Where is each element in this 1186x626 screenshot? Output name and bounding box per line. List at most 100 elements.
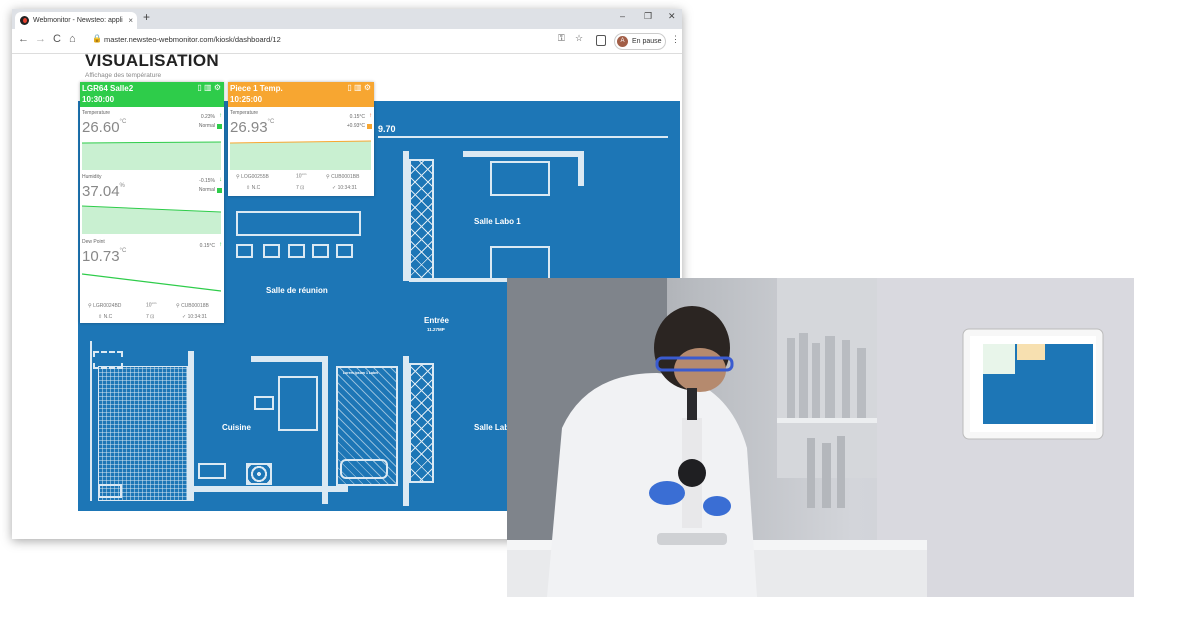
arrow-up-icon: ↑ bbox=[219, 242, 222, 248]
plan-element bbox=[98, 484, 122, 498]
plan-chair bbox=[236, 244, 253, 258]
pause-label: En pause bbox=[632, 38, 662, 45]
arrow-up-icon: ↑ bbox=[369, 113, 372, 119]
plan-stove bbox=[246, 463, 272, 485]
reload-icon[interactable]: C bbox=[53, 33, 61, 45]
plan-wall bbox=[463, 151, 578, 157]
footer-interval: 10min bbox=[296, 172, 307, 180]
footer-last: ✓ 10:34:31 bbox=[332, 185, 358, 191]
widget-name: LGR64 Salle2 bbox=[82, 84, 134, 93]
plan-bench bbox=[490, 161, 550, 196]
sensor-widget-lgr64[interactable]: LGR64 Salle2 10:30:00 ▯ ▥ ⚙ Temperature … bbox=[80, 82, 224, 323]
plan-wall bbox=[188, 351, 194, 501]
favicon-icon bbox=[20, 16, 29, 25]
star-icon[interactable]: ☆ bbox=[575, 33, 583, 44]
plan-chair bbox=[336, 244, 353, 258]
section-delta: 0.15°C bbox=[199, 243, 215, 249]
sensor-widget-piece1[interactable]: Piece 1 Temp. 10:25:00 ▯ ▥ ⚙ Temperature… bbox=[228, 82, 374, 196]
profile-pause-button[interactable]: A En pause bbox=[614, 33, 666, 50]
widget-section-temperature: Temperature 26.60°C 0.23% ↑ Normal bbox=[80, 110, 224, 172]
page-subtitle: Affichage des température bbox=[85, 72, 162, 79]
section-value: 37.04% bbox=[82, 183, 125, 200]
minimize-icon[interactable]: – bbox=[620, 11, 625, 21]
footer-count: 7 ⊡ bbox=[296, 185, 305, 191]
footer-nc: ⇳ N.C bbox=[98, 314, 113, 320]
arrow-down-icon: ↓ bbox=[219, 177, 222, 183]
plan-table bbox=[278, 376, 318, 431]
widget-section-humidity: Humidity 37.04% -0.15% ↓ Normal bbox=[80, 174, 224, 236]
widget-time: 10:25:00 bbox=[230, 95, 263, 104]
plan-chair bbox=[312, 244, 329, 258]
section-delta: -0.15% bbox=[199, 178, 215, 184]
url-field[interactable]: master.newsteo-webmonitor.com/kiosk/dash… bbox=[104, 35, 281, 44]
forward-icon[interactable]: → bbox=[35, 33, 46, 45]
plan-wall bbox=[188, 486, 348, 492]
footer-logger: ⚲ LGR0024BD bbox=[88, 303, 122, 309]
plan-wall bbox=[78, 341, 92, 501]
plan-bath bbox=[340, 459, 388, 479]
plan-dimension: 9.70 bbox=[378, 124, 396, 134]
status-square-icon bbox=[217, 188, 222, 193]
plan-grid-area bbox=[98, 366, 188, 501]
lab-scene-illustration bbox=[507, 278, 1134, 597]
plan-wall bbox=[578, 151, 584, 186]
widget-time: 10:30:00 bbox=[82, 95, 115, 104]
plan-bench bbox=[490, 246, 550, 281]
lab-photo bbox=[507, 278, 1134, 597]
plan-shelf bbox=[409, 159, 434, 281]
footer-cub: ⚲ CUB0001BB bbox=[326, 174, 360, 180]
section-label: Temperature bbox=[82, 110, 111, 116]
maximize-icon[interactable]: ❐ bbox=[644, 11, 652, 22]
widget-header: Piece 1 Temp. 10:25:00 ▯ ▥ ⚙ bbox=[228, 82, 374, 107]
sparkline-humidity bbox=[82, 205, 221, 234]
tab-bar: Webmonitor - Newsteo: applicatio... × + … bbox=[12, 9, 682, 29]
sparkline-dewpoint bbox=[82, 273, 221, 292]
plan-wall bbox=[251, 356, 326, 362]
plan-chair bbox=[254, 396, 274, 410]
section-label: Temperature bbox=[230, 110, 259, 116]
plan-sink bbox=[198, 463, 226, 479]
tab-title: Webmonitor - Newsteo: applicatio... bbox=[33, 17, 123, 24]
footer-nc: ⇳ N.C bbox=[246, 185, 261, 191]
home-icon[interactable]: ⌂ bbox=[69, 33, 76, 45]
close-window-icon[interactable]: ✕ bbox=[668, 11, 676, 22]
section-delta: 0.15°C bbox=[349, 114, 365, 120]
sparkline-temperature bbox=[230, 140, 371, 170]
plan-chair bbox=[263, 244, 280, 258]
widget-tools-icon[interactable]: ▯ ▥ ⚙ bbox=[347, 83, 371, 92]
widget-section-dewpoint: Dew Point 10.73°C 0.15°C ↑ bbox=[80, 239, 224, 301]
room-entree-sub: 11.27MP bbox=[427, 327, 445, 332]
extension-icon[interactable] bbox=[596, 35, 606, 46]
section-value: 26.60°C bbox=[82, 119, 127, 136]
footer-interval: 10min bbox=[146, 301, 157, 309]
room-entree: Entrée bbox=[424, 316, 449, 325]
widget-header: LGR64 Salle2 10:30:00 ▯ ▥ ⚙ bbox=[80, 82, 224, 107]
section-value: 10.73°C bbox=[82, 248, 127, 265]
back-icon[interactable]: ← bbox=[18, 33, 29, 45]
arrow-up-icon: ↑ bbox=[219, 113, 222, 119]
footer-count: 7 ⊡ bbox=[146, 314, 155, 320]
plan-dim-line bbox=[378, 136, 668, 138]
plan-shelf bbox=[409, 363, 434, 483]
widget-tools-icon[interactable]: ▯ ▥ ⚙ bbox=[197, 83, 221, 92]
key-icon[interactable]: ⚿ bbox=[558, 33, 565, 44]
menu-icon[interactable]: ⋮ bbox=[671, 34, 680, 45]
section-value: 26.93°C bbox=[230, 119, 275, 136]
browser-tab[interactable]: Webmonitor - Newsteo: applicatio... × bbox=[15, 12, 137, 29]
footer-last: ✓ 10:34:31 bbox=[182, 314, 208, 320]
new-tab-icon[interactable]: + bbox=[143, 10, 150, 24]
room-cuisine: Cuisine bbox=[222, 423, 251, 432]
footer-cub: ⚲ CUB00018B bbox=[176, 303, 209, 309]
section-label: Humidity bbox=[82, 174, 102, 180]
tab-close-icon[interactable]: × bbox=[128, 12, 133, 29]
page-title: VISUALISATION bbox=[85, 51, 219, 70]
plan-chair bbox=[288, 244, 305, 258]
status-square-icon bbox=[367, 124, 372, 129]
plan-wall bbox=[322, 356, 328, 504]
section-label: Dew Point bbox=[82, 239, 105, 245]
plan-note: Lorem Ipsum 1 Label bbox=[343, 371, 379, 375]
avatar: A bbox=[617, 36, 628, 47]
room-labo1: Salle Labo 1 bbox=[474, 217, 521, 226]
section-status: Normal bbox=[198, 187, 215, 193]
section-delta: 0.23% bbox=[200, 114, 215, 120]
